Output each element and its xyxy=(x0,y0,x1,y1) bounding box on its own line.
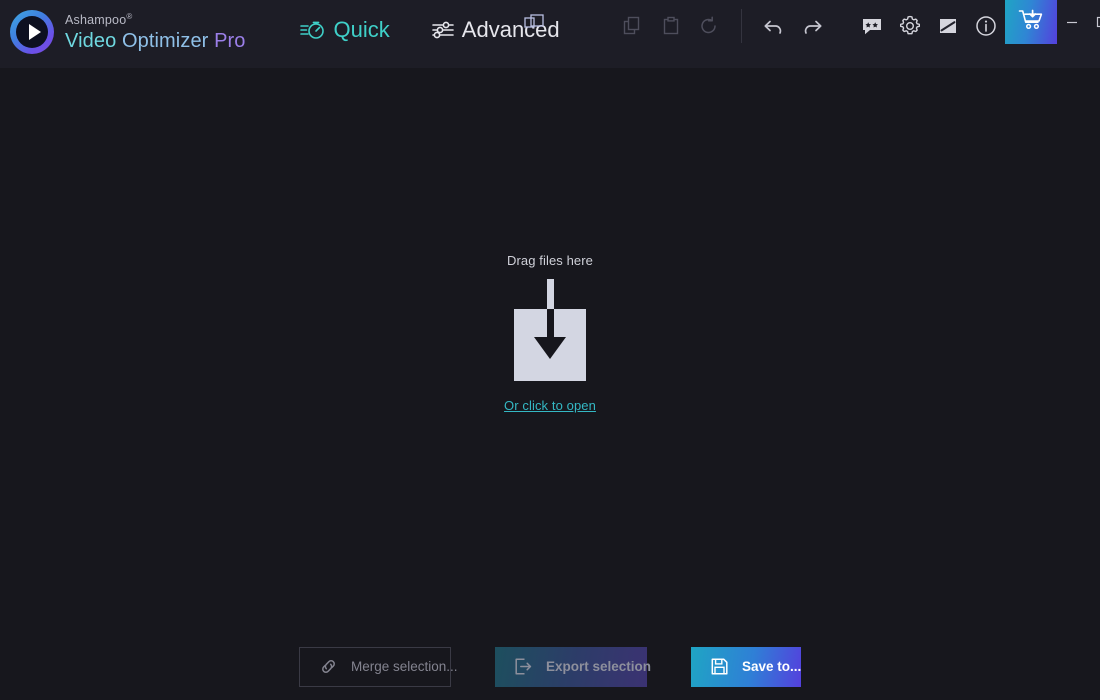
brand-company-name: Ashampoo xyxy=(65,13,127,28)
open-file-link[interactable]: Or click to open xyxy=(504,398,596,413)
maximize-button[interactable] xyxy=(1087,0,1100,44)
toolbar-divider xyxy=(740,9,742,43)
edit-toolbar xyxy=(614,0,831,52)
export-selection-label: Export selection xyxy=(546,659,652,674)
brand-text: Ashampoo® Video Optimizer Pro xyxy=(65,13,246,51)
action-bar: Merge selection... Export selection Save… xyxy=(0,633,1100,700)
settings-button[interactable] xyxy=(891,7,929,45)
utility-toolbar xyxy=(853,0,1005,52)
undo-button[interactable] xyxy=(755,7,793,45)
export-selection-button[interactable]: Export selection xyxy=(495,646,651,687)
play-circle-icon xyxy=(10,10,54,54)
brand-word-3: Pro xyxy=(214,29,246,52)
tab-advanced-label: Advanced xyxy=(461,17,560,42)
paste-button[interactable] xyxy=(652,7,690,45)
theme-contrast-icon xyxy=(937,16,959,36)
merge-selection-button[interactable]: Merge selection... xyxy=(299,646,458,687)
save-to-label: Save to... xyxy=(742,659,802,674)
tab-advanced[interactable]: Advanced xyxy=(422,13,570,47)
copy-icon xyxy=(623,16,643,36)
stopwatch-icon xyxy=(299,19,326,41)
brand-company: Ashampoo® xyxy=(65,13,246,27)
reset-circular-arrow-icon xyxy=(699,16,719,36)
tab-quick[interactable]: Quick xyxy=(290,13,400,47)
main-content: Drag files here Or click to open xyxy=(0,68,1100,633)
chain-link-icon xyxy=(319,657,338,676)
theme-button[interactable] xyxy=(929,7,967,45)
redo-arrow-icon xyxy=(801,16,823,36)
minimize-button[interactable] xyxy=(1057,0,1087,44)
reset-button[interactable] xyxy=(690,7,728,45)
window-controls xyxy=(1057,0,1100,44)
brand: Ashampoo® Video Optimizer Pro xyxy=(0,0,246,58)
download-into-box-icon xyxy=(514,279,586,381)
redo-button[interactable] xyxy=(793,7,831,45)
registered-mark: ® xyxy=(126,12,133,22)
feedback-button[interactable] xyxy=(853,7,891,45)
window-zone xyxy=(1004,0,1100,44)
buy-cart-button[interactable] xyxy=(1004,0,1057,44)
brand-word-2: Optimizer xyxy=(121,29,209,52)
info-button[interactable] xyxy=(967,7,1005,45)
brand-word-1: Video xyxy=(65,29,117,52)
drop-zone[interactable]: Drag files here Or click to open xyxy=(0,253,1100,413)
undo-arrow-icon xyxy=(763,16,785,36)
merge-selection-label: Merge selection... xyxy=(351,659,458,674)
export-arrow-icon xyxy=(514,657,533,676)
drop-zone-title: Drag files here xyxy=(506,253,594,268)
tab-quick-label: Quick xyxy=(333,17,390,42)
title-bar: Ashampoo® Video Optimizer Pro Quick Adva… xyxy=(0,0,1100,68)
minimize-icon xyxy=(1066,21,1077,24)
info-circle-icon xyxy=(975,15,997,37)
save-to-button[interactable]: Save to... xyxy=(691,646,802,687)
sliders-icon xyxy=(431,20,454,40)
floppy-save-icon xyxy=(710,657,729,676)
clipboard-icon xyxy=(661,16,681,36)
main-nav: Quick Advanced xyxy=(290,0,570,56)
brand-product: Video Optimizer Pro xyxy=(65,31,246,51)
gear-icon xyxy=(899,15,921,37)
rating-speech-bubble-icon xyxy=(861,16,883,36)
shopping-cart-download-icon xyxy=(1018,8,1044,37)
copy-button[interactable] xyxy=(614,7,652,45)
maximize-icon xyxy=(1096,16,1100,28)
